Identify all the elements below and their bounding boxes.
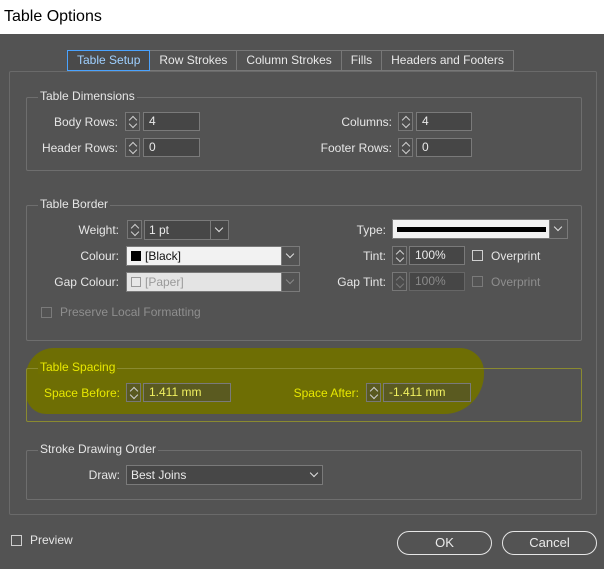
gap-overprint-checkbox[interactable]	[472, 276, 483, 287]
tab-bar: Table Setup Row Strokes Column Strokes F…	[67, 50, 514, 71]
type-label: Type:	[356, 223, 386, 237]
space-before-stepper[interactable]	[126, 383, 141, 402]
colour-dropdown[interactable]: [Black]	[126, 246, 300, 266]
gap-tint-stepper[interactable]	[392, 272, 407, 291]
black-swatch-icon	[131, 251, 141, 261]
chevron-down-icon	[306, 466, 318, 484]
header-rows-input[interactable]: 0	[143, 138, 200, 157]
preserve-formatting-checkbox[interactable]	[41, 307, 52, 318]
columns-stepper[interactable]	[398, 112, 413, 131]
chevron-down-icon	[210, 221, 228, 239]
tab-fills[interactable]: Fills	[341, 50, 383, 71]
draw-value: Best Joins	[131, 468, 187, 482]
weight-dropdown[interactable]: 1 pt	[144, 220, 229, 240]
weight-label: Weight:	[78, 223, 119, 237]
window-title: Table Options	[4, 8, 102, 25]
space-after-label: Space After:	[293, 386, 359, 400]
table-dimensions-title: Table Dimensions	[38, 89, 137, 103]
space-before-input[interactable]: 1.411 mm	[143, 383, 231, 402]
body-rows-stepper[interactable]	[125, 112, 140, 131]
cancel-button[interactable]: Cancel	[502, 531, 597, 555]
table-dimensions-group	[26, 97, 582, 171]
preserve-formatting-label: Preserve Local Formatting	[60, 305, 201, 319]
tint-label: Tint:	[363, 249, 386, 263]
preview-checkbox[interactable]	[11, 535, 22, 546]
preview-label: Preview	[30, 533, 73, 547]
colour-label: Colour:	[80, 249, 119, 263]
tab-headers-footers[interactable]: Headers and Footers	[382, 50, 514, 71]
colour-value: [Black]	[145, 249, 182, 263]
tint-input[interactable]: 100%	[409, 246, 465, 265]
body-rows-label: Body Rows:	[53, 115, 118, 129]
overprint-label: Overprint	[491, 249, 541, 263]
solid-line-icon	[397, 227, 546, 232]
tab-row-strokes[interactable]: Row Strokes	[150, 50, 238, 71]
header-rows-label: Header Rows:	[41, 141, 118, 155]
paper-swatch-icon	[131, 277, 141, 287]
table-border-title: Table Border	[38, 197, 111, 211]
draw-dropdown[interactable]: Best Joins	[126, 465, 323, 485]
space-after-input[interactable]: -1.411 mm	[383, 383, 471, 402]
gap-overprint-label: Overprint	[491, 275, 541, 289]
columns-input[interactable]: 4	[416, 112, 472, 131]
gap-tint-input[interactable]: 100%	[409, 272, 465, 291]
space-before-label: Space Before:	[43, 386, 120, 400]
title-bar: Table Options	[0, 0, 604, 34]
gap-colour-dropdown[interactable]: [Paper]	[126, 272, 300, 292]
tint-stepper[interactable]	[392, 246, 407, 265]
ok-button[interactable]: OK	[397, 531, 492, 555]
tab-column-strokes[interactable]: Column Strokes	[237, 50, 342, 71]
chevron-down-icon	[549, 220, 567, 238]
chevron-down-icon	[281, 273, 299, 291]
draw-label: Draw:	[88, 468, 120, 482]
gap-colour-value: [Paper]	[145, 275, 184, 289]
body-rows-input[interactable]: 4	[143, 112, 200, 131]
type-dropdown[interactable]	[392, 219, 568, 239]
overprint-checkbox[interactable]	[472, 250, 483, 261]
stroke-order-title: Stroke Drawing Order	[38, 442, 159, 456]
tab-table-setup[interactable]: Table Setup	[67, 50, 151, 71]
weight-stepper[interactable]	[127, 220, 142, 239]
header-rows-stepper[interactable]	[125, 138, 140, 157]
weight-value: 1 pt	[149, 223, 170, 237]
chevron-down-icon	[281, 247, 299, 265]
gap-colour-label: Gap Colour:	[54, 275, 119, 289]
footer-rows-label: Footer Rows:	[320, 141, 392, 155]
columns-label: Columns:	[341, 115, 392, 129]
gap-tint-label: Gap Tint:	[337, 275, 386, 289]
space-after-stepper[interactable]	[366, 383, 381, 402]
footer-rows-input[interactable]: 0	[416, 138, 472, 157]
table-spacing-title: Table Spacing	[38, 360, 118, 374]
footer-rows-stepper[interactable]	[398, 138, 413, 157]
